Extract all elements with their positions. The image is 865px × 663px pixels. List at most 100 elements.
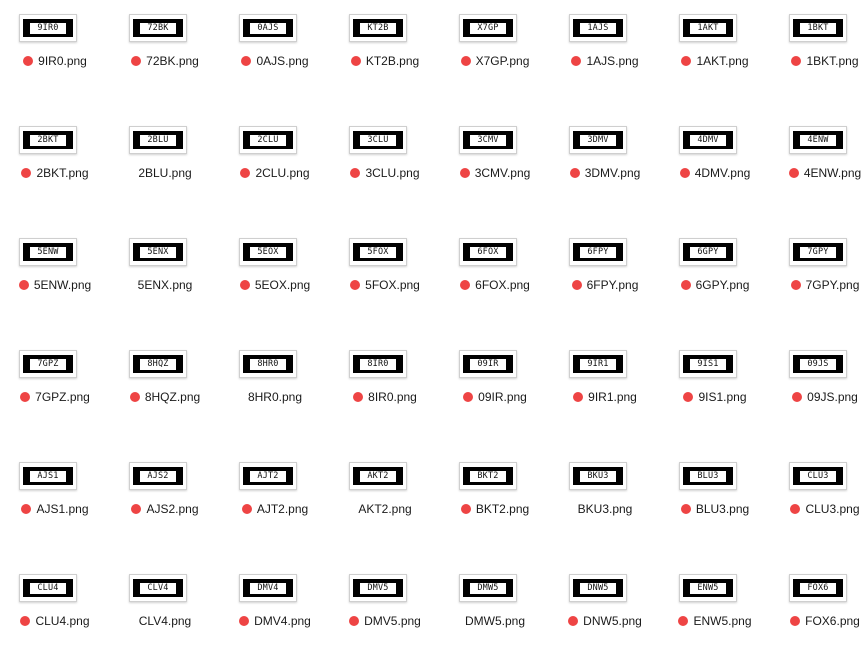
file-thumbnail[interactable]: DMV4 xyxy=(239,574,297,602)
file-item[interactable]: 8HQZ 8HQZ.png xyxy=(110,336,220,448)
file-name[interactable]: 72BK.png xyxy=(146,54,199,68)
file-item[interactable]: 5FOX 5FOX.png xyxy=(330,224,440,336)
file-thumbnail[interactable]: CLV4 xyxy=(129,574,187,602)
file-thumbnail[interactable]: 6FPY xyxy=(569,238,627,266)
file-item[interactable]: 1AKT 1AKT.png xyxy=(660,0,770,112)
file-item[interactable]: 4ENW 4ENW.png xyxy=(770,112,865,224)
file-thumbnail[interactable]: 9IR0 xyxy=(19,14,77,42)
file-thumbnail[interactable]: 0AJS xyxy=(239,14,297,42)
file-thumbnail[interactable]: 7GPY xyxy=(789,238,847,266)
file-thumbnail[interactable]: AJS2 xyxy=(129,462,187,490)
file-item[interactable]: 9IR0 9IR0.png xyxy=(0,0,110,112)
file-name[interactable]: 2BLU.png xyxy=(138,166,191,180)
file-name[interactable]: 8HQZ.png xyxy=(145,390,200,404)
file-item[interactable]: 09JS 09JS.png xyxy=(770,336,865,448)
file-item[interactable]: 1AJS 1AJS.png xyxy=(550,0,660,112)
file-thumbnail[interactable]: CLU3 xyxy=(789,462,847,490)
file-thumbnail[interactable]: 2BKT xyxy=(19,126,77,154)
file-name[interactable]: AJS1.png xyxy=(36,502,88,516)
file-name[interactable]: 4ENW.png xyxy=(804,166,861,180)
file-name[interactable]: 09JS.png xyxy=(807,390,858,404)
file-name[interactable]: BLU3.png xyxy=(696,502,749,516)
file-thumbnail[interactable]: X7GP xyxy=(459,14,517,42)
file-name[interactable]: 09IR.png xyxy=(478,390,527,404)
file-name[interactable]: DMV4.png xyxy=(254,614,311,628)
file-item[interactable]: 2CLU 2CLU.png xyxy=(220,112,330,224)
file-name[interactable]: 6FOX.png xyxy=(475,278,530,292)
file-item[interactable]: 3CLU 3CLU.png xyxy=(330,112,440,224)
file-thumbnail[interactable]: DMW5 xyxy=(459,574,517,602)
file-thumbnail[interactable]: BLU3 xyxy=(679,462,737,490)
file-name[interactable]: 9IS1.png xyxy=(698,390,746,404)
file-item[interactable]: 7GPY 7GPY.png xyxy=(770,224,865,336)
file-thumbnail[interactable]: AKT2 xyxy=(349,462,407,490)
file-thumbnail[interactable]: DNW5 xyxy=(569,574,627,602)
file-item[interactable]: AJT2 AJT2.png xyxy=(220,448,330,560)
file-name[interactable]: 0AJS.png xyxy=(256,54,308,68)
file-item[interactable]: DMW5 DMW5.png xyxy=(440,560,550,663)
file-name[interactable]: 5FOX.png xyxy=(365,278,420,292)
file-thumbnail[interactable]: 72BK xyxy=(129,14,187,42)
file-name[interactable]: DMV5.png xyxy=(364,614,421,628)
file-item[interactable]: 5ENW 5ENW.png xyxy=(0,224,110,336)
file-item[interactable]: DNW5 DNW5.png xyxy=(550,560,660,663)
file-thumbnail[interactable]: 4DMV xyxy=(679,126,737,154)
file-item[interactable]: CLU3 CLU3.png xyxy=(770,448,865,560)
file-item[interactable]: DMV5 DMV5.png xyxy=(330,560,440,663)
file-item[interactable]: 1BKT 1BKT.png xyxy=(770,0,865,112)
file-name[interactable]: ENW5.png xyxy=(693,614,751,628)
file-name[interactable]: FOX6.png xyxy=(805,614,860,628)
file-item[interactable]: 6GPY 6GPY.png xyxy=(660,224,770,336)
file-name[interactable]: 6GPY.png xyxy=(696,278,750,292)
file-thumbnail[interactable]: 09IR xyxy=(459,350,517,378)
file-item[interactable]: 9IR1 9IR1.png xyxy=(550,336,660,448)
file-item[interactable]: 9IS1 9IS1.png xyxy=(660,336,770,448)
file-thumbnail[interactable]: 6GPY xyxy=(679,238,737,266)
file-name[interactable]: AJT2.png xyxy=(257,502,308,516)
file-item[interactable]: CLV4 CLV4.png xyxy=(110,560,220,663)
file-item[interactable]: AKT2 AKT2.png xyxy=(330,448,440,560)
file-thumbnail[interactable]: 3DMV xyxy=(569,126,627,154)
file-thumbnail[interactable]: BKU3 xyxy=(569,462,627,490)
file-name[interactable]: AJS2.png xyxy=(146,502,198,516)
file-thumbnail[interactable]: 1AJS xyxy=(569,14,627,42)
file-name[interactable]: 4DMV.png xyxy=(695,166,751,180)
file-item[interactable]: AJS1 AJS1.png xyxy=(0,448,110,560)
file-item[interactable]: BKU3 BKU3.png xyxy=(550,448,660,560)
file-name[interactable]: 1AJS.png xyxy=(586,54,638,68)
file-thumbnail[interactable]: CLU4 xyxy=(19,574,77,602)
file-item[interactable]: DMV4 DMV4.png xyxy=(220,560,330,663)
file-item[interactable]: 3CMV 3CMV.png xyxy=(440,112,550,224)
file-thumbnail[interactable]: 8HQZ xyxy=(129,350,187,378)
file-thumbnail[interactable]: 1AKT xyxy=(679,14,737,42)
file-thumbnail[interactable]: 5ENX xyxy=(129,238,187,266)
file-thumbnail[interactable]: 5EOX xyxy=(239,238,297,266)
file-item[interactable]: 5ENX 5ENX.png xyxy=(110,224,220,336)
file-name[interactable]: DMW5.png xyxy=(465,614,525,628)
file-name[interactable]: 1AKT.png xyxy=(696,54,748,68)
file-name[interactable]: 2CLU.png xyxy=(255,166,309,180)
file-name[interactable]: 9IR1.png xyxy=(588,390,637,404)
file-name[interactable]: 3CLU.png xyxy=(365,166,419,180)
file-thumbnail[interactable]: AJT2 xyxy=(239,462,297,490)
file-item[interactable]: 72BK 72BK.png xyxy=(110,0,220,112)
file-name[interactable]: AKT2.png xyxy=(358,502,411,516)
file-item[interactable]: 8HR0 8HR0.png xyxy=(220,336,330,448)
file-name[interactable]: 2BKT.png xyxy=(36,166,88,180)
file-item[interactable]: 5EOX 5EOX.png xyxy=(220,224,330,336)
file-item[interactable]: BLU3 BLU3.png xyxy=(660,448,770,560)
file-thumbnail[interactable]: 3CMV xyxy=(459,126,517,154)
file-name[interactable]: 7GPY.png xyxy=(806,278,860,292)
file-thumbnail[interactable]: 9IS1 xyxy=(679,350,737,378)
file-item[interactable]: 3DMV 3DMV.png xyxy=(550,112,660,224)
file-name[interactable]: CLU3.png xyxy=(805,502,859,516)
file-item[interactable]: ENW5 ENW5.png xyxy=(660,560,770,663)
file-thumbnail[interactable]: AJS1 xyxy=(19,462,77,490)
file-thumbnail[interactable]: 8HR0 xyxy=(239,350,297,378)
file-thumbnail[interactable]: 5ENW xyxy=(19,238,77,266)
file-name[interactable]: 5ENW.png xyxy=(34,278,91,292)
file-item[interactable]: 6FOX 6FOX.png xyxy=(440,224,550,336)
file-thumbnail[interactable]: 8IR0 xyxy=(349,350,407,378)
file-name[interactable]: 6FPY.png xyxy=(587,278,639,292)
file-name[interactable]: 3CMV.png xyxy=(475,166,531,180)
